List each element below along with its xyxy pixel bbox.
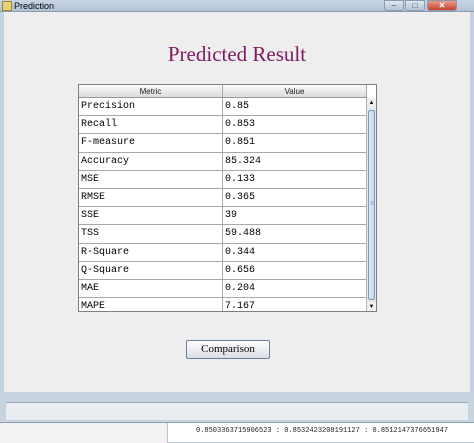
value-cell: 7.167 <box>225 301 256 312</box>
metric-cell: TSS <box>79 225 223 243</box>
value-cell: 0.85 <box>225 101 250 112</box>
value-cell: 0.133 <box>225 173 256 185</box>
scrollbar-grip-icon: ≡ <box>370 201 374 207</box>
table-row[interactable]: MAE 0.204 <box>79 279 367 299</box>
metric-cell: Precision <box>79 98 223 116</box>
column-header-metric[interactable]: Metric <box>79 85 223 97</box>
metric-cell: Q-Square <box>79 261 223 279</box>
scroll-up-arrow-icon[interactable]: ▲ <box>367 98 376 108</box>
close-button[interactable]: ✕ <box>427 0 457 11</box>
table-row[interactable]: TSS 59.488 <box>79 225 367 244</box>
console-gutter <box>0 423 168 443</box>
metric-cell: R-Square <box>79 243 223 261</box>
window-border-right <box>470 12 474 392</box>
table-row[interactable]: RMSE 0.365 <box>79 188 367 208</box>
scrollbar-thumb[interactable]: ≡ <box>368 110 375 300</box>
console-output: 0.8503363715906523 : 0.8532423208191127 … <box>0 422 474 443</box>
table-row[interactable]: F-measure 0.851 <box>79 134 367 153</box>
column-header-value[interactable]: Value <box>223 85 367 97</box>
table-row[interactable]: Recall 0.853 <box>79 116 367 135</box>
scroll-down-arrow-icon[interactable]: ▼ <box>367 302 376 311</box>
comparison-button[interactable]: Comparison <box>186 340 270 359</box>
value-cell: 0.344 <box>225 246 256 258</box>
table-row[interactable]: R-Square 0.344 <box>79 243 367 262</box>
value-cell: 0.656 <box>225 264 256 276</box>
metric-cell: MAPE <box>79 298 223 311</box>
table-row[interactable]: Precision 0.85 <box>79 98 367 117</box>
table-row[interactable]: Accuracy 85.324 <box>79 152 367 171</box>
metrics-table[interactable]: Metric Value Precision 0.85 Recall 0.853 F… <box>78 84 377 312</box>
metric-cell: RMSE <box>79 188 223 207</box>
metric-cell: SSE <box>79 207 223 225</box>
maximize-button[interactable]: □ <box>405 0 425 11</box>
minimize-button[interactable]: – <box>384 0 404 11</box>
table-row[interactable]: SSE 39 <box>79 207 367 226</box>
output-panel-header <box>6 402 468 420</box>
value-cell: 59.488 <box>225 228 262 240</box>
metric-cell: F-measure <box>79 134 223 152</box>
metric-cell: Accuracy <box>79 152 223 170</box>
value-cell: 39 <box>225 210 238 222</box>
vertical-scrollbar[interactable]: ▲ ≡ ▼ <box>366 98 376 311</box>
title-bar: Prediction – □ ✕ <box>0 0 474 12</box>
table-row[interactable]: MAPE 7.167 <box>79 298 367 312</box>
background-ide-panel: 0.8503363715906523 : 0.8532423208191127 … <box>0 392 474 443</box>
table-row[interactable]: MSE 0.133 <box>79 170 367 189</box>
content-pane: Predicted Result Metric Value Precision 0… <box>4 12 470 392</box>
metric-cell: MSE <box>79 170 223 188</box>
value-cell: 0.365 <box>225 191 256 203</box>
table-header: Metric Value <box>79 85 367 98</box>
metric-cell: Recall <box>79 116 223 134</box>
value-cell: 0.204 <box>225 282 256 294</box>
metric-cell: MAE <box>79 279 223 298</box>
table-body: Precision 0.85 Recall 0.853 F-measure 0.851… <box>79 98 367 312</box>
page-title: Predicted Result <box>167 42 307 66</box>
console-output-text: 0.8503363715906523 : 0.8532423208191127 … <box>196 427 449 435</box>
window-title: Prediction <box>14 1 55 11</box>
value-cell: 0.853 <box>225 119 256 131</box>
app-icon <box>2 1 12 11</box>
table-row[interactable]: Q-Square 0.656 <box>79 261 367 280</box>
value-cell: 0.851 <box>225 137 256 149</box>
value-cell: 85.324 <box>225 155 262 167</box>
